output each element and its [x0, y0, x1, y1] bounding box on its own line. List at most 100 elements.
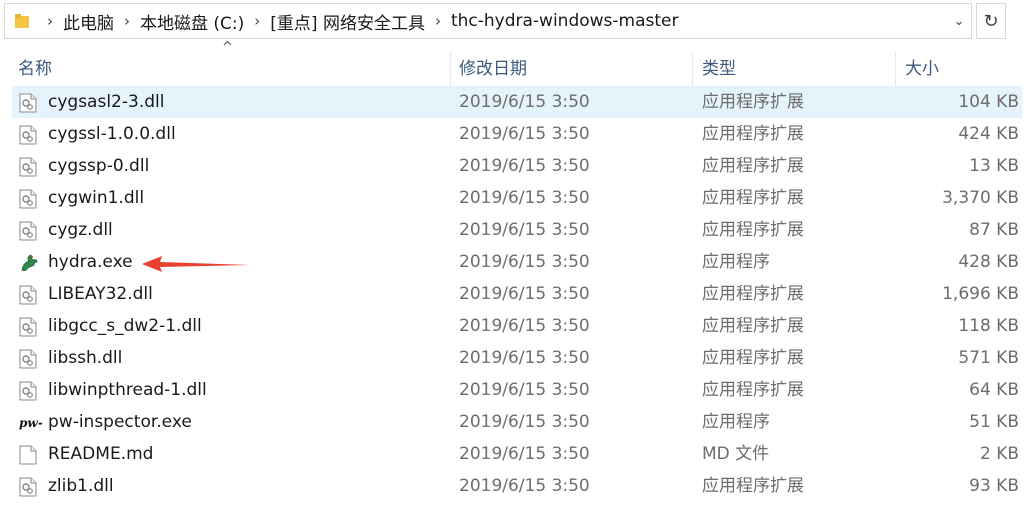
- file-type: 应用程序扩展: [702, 92, 804, 112]
- file-date: 2019/6/15 3:50: [459, 348, 590, 368]
- chevron-right-icon: ›: [47, 12, 53, 30]
- file-name: cygssl-1.0.0.dll: [48, 124, 176, 144]
- column-divider[interactable]: [692, 52, 693, 86]
- dll-file-icon: [19, 157, 37, 177]
- file-type: 应用程序: [702, 252, 770, 272]
- dll-file-icon: [19, 381, 37, 401]
- file-size: 64 KB: [969, 380, 1019, 400]
- file-date: 2019/6/15 3:50: [459, 188, 590, 208]
- file-name: cygsasl2-3.dll: [48, 92, 165, 112]
- file-name: cygssp-0.dll: [48, 156, 150, 176]
- file-type: 应用程序扩展: [702, 124, 804, 144]
- file-date: 2019/6/15 3:50: [459, 380, 590, 400]
- file-name: hydra.exe: [48, 252, 133, 272]
- file-row[interactable]: cygwin1.dll 2019/6/15 3:50 应用程序扩展 3,370 …: [12, 182, 1022, 214]
- dll-file-icon: [19, 125, 37, 145]
- pw-inspector-app-icon: pw-i: [19, 413, 48, 433]
- file-size: 571 KB: [958, 348, 1019, 368]
- refresh-button[interactable]: ↻: [976, 3, 1006, 39]
- file-type: 应用程序扩展: [702, 380, 804, 400]
- column-date[interactable]: 修改日期: [459, 52, 527, 86]
- chevron-right-icon[interactable]: ›: [425, 12, 451, 30]
- file-name: cygwin1.dll: [48, 188, 145, 208]
- file-date: 2019/6/15 3:50: [459, 476, 590, 496]
- file-row[interactable]: cygssp-0.dll 2019/6/15 3:50 应用程序扩展 13 KB: [12, 150, 1022, 182]
- file-type: 应用程序扩展: [702, 316, 804, 336]
- dll-file-icon: [19, 93, 37, 113]
- file-date: 2019/6/15 3:50: [459, 124, 590, 144]
- column-header: 名称 修改日期 类型 大小: [0, 52, 1034, 86]
- file-name: LIBEAY32.dll: [48, 284, 153, 304]
- file-size: 93 KB: [969, 476, 1019, 496]
- address-bar[interactable]: › 此电脑 › 本地磁盘 (C:) › [重点] 网络安全工具 › thc-hy…: [4, 3, 972, 39]
- dll-file-icon: [19, 285, 37, 305]
- file-row[interactable]: pw-i pw-inspector.exe 2019/6/15 3:50 应用程…: [12, 406, 1022, 438]
- file-size: 2 KB: [979, 444, 1019, 464]
- file-row[interactable]: libgcc_s_dw2-1.dll 2019/6/15 3:50 应用程序扩展…: [12, 310, 1022, 342]
- file-size: 13 KB: [969, 156, 1019, 176]
- file-row[interactable]: README.md 2019/6/15 3:50 MD 文件 2 KB: [12, 438, 1022, 470]
- file-row[interactable]: libwinpthread-1.dll 2019/6/15 3:50 应用程序扩…: [12, 374, 1022, 406]
- file-size: 1,696 KB: [942, 284, 1019, 304]
- breadcrumb-current-folder[interactable]: thc-hydra-windows-master: [451, 11, 679, 31]
- column-type[interactable]: 类型: [702, 52, 736, 86]
- svg-text:pw-i: pw-i: [19, 416, 43, 430]
- dll-file-icon: [19, 221, 37, 241]
- file-type: 应用程序: [702, 412, 770, 432]
- dll-file-icon: [19, 189, 37, 209]
- file-size: 118 KB: [958, 316, 1019, 336]
- annotation-arrow-icon: [142, 256, 250, 272]
- file-date: 2019/6/15 3:50: [459, 444, 590, 464]
- file-type: 应用程序扩展: [702, 476, 804, 496]
- file-name: cygz.dll: [48, 220, 113, 240]
- file-type: 应用程序扩展: [702, 156, 804, 176]
- file-size: 424 KB: [958, 124, 1019, 144]
- text-file-icon: [19, 445, 37, 465]
- file-type: MD 文件: [702, 444, 770, 464]
- file-date: 2019/6/15 3:50: [459, 252, 590, 272]
- chevron-right-icon[interactable]: ›: [244, 12, 270, 30]
- file-row[interactable]: zlib1.dll 2019/6/15 3:50 应用程序扩展 93 KB: [12, 470, 1022, 502]
- file-type: 应用程序扩展: [702, 348, 804, 368]
- file-date: 2019/6/15 3:50: [459, 412, 590, 432]
- file-name: libgcc_s_dw2-1.dll: [48, 316, 202, 336]
- file-size: 428 KB: [958, 252, 1019, 272]
- file-row[interactable]: libssh.dll 2019/6/15 3:50 应用程序扩展 571 KB: [12, 342, 1022, 374]
- refresh-icon: ↻: [983, 10, 999, 32]
- file-row[interactable]: cygz.dll 2019/6/15 3:50 应用程序扩展 87 KB: [12, 214, 1022, 246]
- folder-icon: [15, 14, 29, 28]
- file-type: 应用程序扩展: [702, 284, 804, 304]
- file-date: 2019/6/15 3:50: [459, 156, 590, 176]
- file-name: zlib1.dll: [48, 476, 114, 496]
- file-row[interactable]: cygssl-1.0.0.dll 2019/6/15 3:50 应用程序扩展 4…: [12, 118, 1022, 150]
- file-row[interactable]: LIBEAY32.dll 2019/6/15 3:50 应用程序扩展 1,696…: [12, 278, 1022, 310]
- file-size: 104 KB: [958, 92, 1019, 112]
- file-date: 2019/6/15 3:50: [459, 220, 590, 240]
- file-type: 应用程序扩展: [702, 188, 804, 208]
- file-row[interactable]: cygsasl2-3.dll 2019/6/15 3:50 应用程序扩展 104…: [12, 86, 1022, 118]
- file-date: 2019/6/15 3:50: [459, 92, 590, 112]
- chevron-down-icon[interactable]: ⌄: [949, 4, 969, 38]
- dll-file-icon: [19, 317, 37, 337]
- column-divider[interactable]: [895, 52, 896, 86]
- column-size[interactable]: 大小: [905, 52, 939, 86]
- file-date: 2019/6/15 3:50: [459, 284, 590, 304]
- dll-file-icon: [19, 477, 37, 497]
- file-name: libwinpthread-1.dll: [48, 380, 207, 400]
- chevron-right-icon[interactable]: ›: [114, 12, 140, 30]
- file-type: 应用程序扩展: [702, 220, 804, 240]
- column-name[interactable]: 名称: [18, 52, 52, 86]
- file-name: README.md: [48, 444, 154, 464]
- breadcrumb-local-disk[interactable]: 本地磁盘 (C:): [140, 9, 244, 34]
- file-size: 3,370 KB: [942, 188, 1019, 208]
- file-name: pw-inspector.exe: [48, 412, 192, 432]
- breadcrumb-security-tools[interactable]: [重点] 网络安全工具: [270, 9, 425, 34]
- file-size: 51 KB: [969, 412, 1019, 432]
- dll-file-icon: [19, 349, 37, 369]
- file-size: 87 KB: [969, 220, 1019, 240]
- hydra-app-icon: [19, 253, 38, 273]
- breadcrumb-this-pc[interactable]: 此电脑: [63, 9, 114, 34]
- file-date: 2019/6/15 3:50: [459, 316, 590, 336]
- column-divider[interactable]: [450, 52, 451, 86]
- file-name: libssh.dll: [48, 348, 123, 368]
